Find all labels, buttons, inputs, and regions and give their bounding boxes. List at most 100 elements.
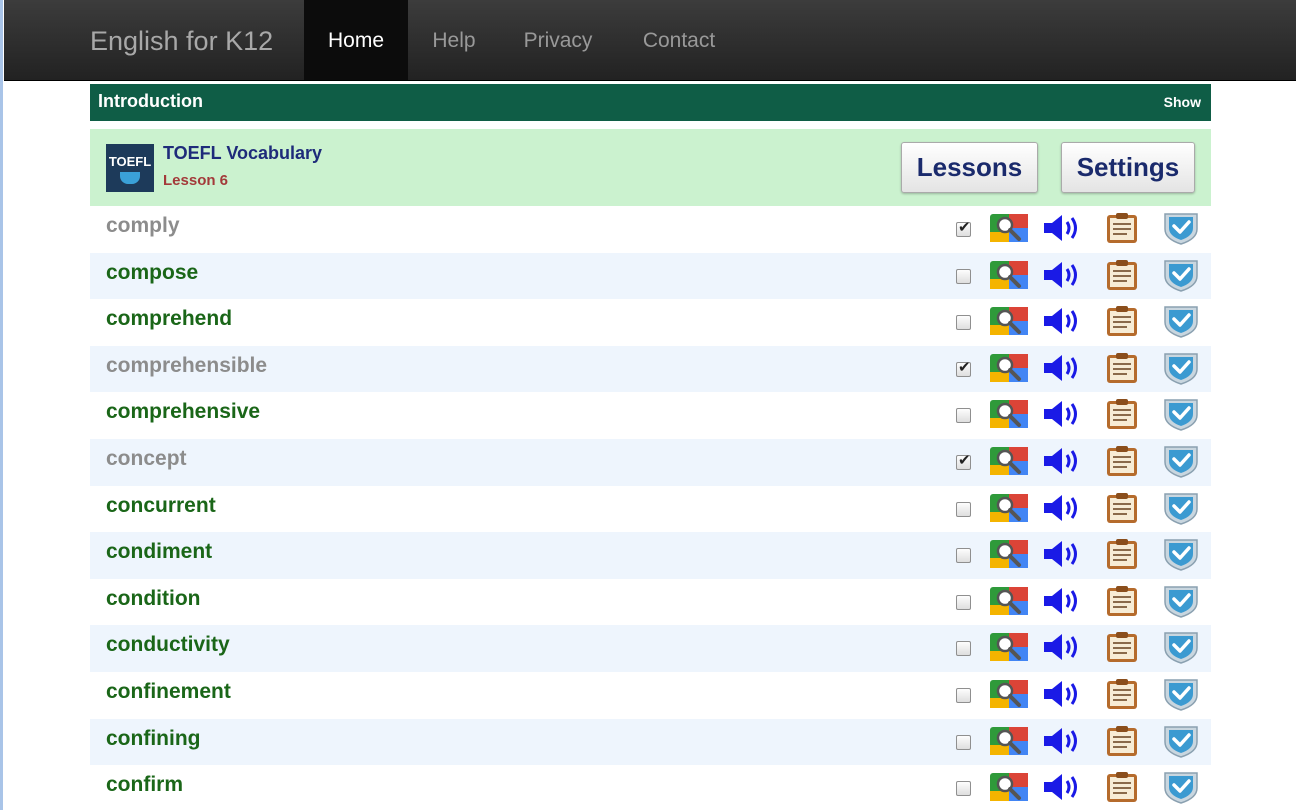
clipboard-icon[interactable] (1105, 212, 1139, 249)
word-link[interactable]: concept (106, 447, 187, 471)
search-icon[interactable] (989, 492, 1029, 529)
nav-contact[interactable]: Contact (616, 0, 742, 80)
search-icon[interactable] (989, 352, 1029, 389)
word-link[interactable]: comprehend (106, 307, 232, 331)
shield-check-icon[interactable] (1161, 491, 1201, 530)
word-row: conductivity (90, 625, 1211, 672)
toefl-logo-text: TOEFL (108, 154, 152, 169)
introduction-bar: Introduction Show (90, 84, 1211, 121)
speaker-icon[interactable] (1042, 726, 1088, 761)
learned-checkbox[interactable]: ✔ (956, 219, 971, 237)
course-title: TOEFL Vocabulary (163, 143, 323, 163)
word-link[interactable]: confirm (106, 773, 183, 797)
search-icon[interactable] (989, 585, 1029, 622)
clipboard-icon[interactable] (1105, 771, 1139, 808)
word-link[interactable]: comprehensible (106, 354, 267, 378)
search-icon[interactable] (989, 259, 1029, 296)
word-link[interactable]: compose (106, 261, 198, 285)
search-icon[interactable] (989, 678, 1029, 715)
shield-check-icon[interactable] (1161, 304, 1201, 343)
speaker-icon[interactable] (1042, 399, 1088, 434)
speaker-icon[interactable] (1042, 679, 1088, 714)
search-icon[interactable] (989, 771, 1029, 808)
clipboard-icon[interactable] (1105, 585, 1139, 622)
shield-check-icon[interactable] (1161, 397, 1201, 436)
learned-checkbox[interactable] (956, 548, 971, 564)
speaker-icon[interactable] (1042, 632, 1088, 667)
lessons-button[interactable]: Lessons (901, 142, 1038, 193)
search-icon[interactable] (989, 538, 1029, 575)
clipboard-icon[interactable] (1105, 259, 1139, 296)
search-icon[interactable] (989, 398, 1029, 435)
speaker-icon[interactable] (1042, 586, 1088, 621)
clipboard-icon[interactable] (1105, 305, 1139, 342)
clipboard-icon[interactable] (1105, 538, 1139, 575)
clipboard-icon[interactable] (1105, 492, 1139, 529)
speaker-icon[interactable] (1042, 306, 1088, 341)
search-icon[interactable] (989, 305, 1029, 342)
shield-check-icon[interactable] (1161, 630, 1201, 669)
speaker-icon[interactable] (1042, 213, 1088, 248)
speaker-icon[interactable] (1042, 539, 1088, 574)
learned-checkbox[interactable] (956, 781, 971, 797)
shield-check-icon[interactable] (1161, 211, 1201, 250)
learned-checkbox[interactable] (956, 268, 971, 284)
word-row: comprehend (90, 299, 1211, 346)
learned-checkbox[interactable] (956, 594, 971, 610)
word-row: condition (90, 579, 1211, 626)
top-navbar: English for K12 Home Help Privacy Contac… (4, 0, 1296, 81)
learned-checkbox[interactable] (956, 501, 971, 517)
word-link[interactable]: condiment (106, 540, 212, 564)
speaker-icon[interactable] (1042, 493, 1088, 528)
word-link[interactable]: concurrent (106, 494, 216, 518)
shield-check-icon[interactable] (1161, 258, 1201, 297)
learned-checkbox[interactable] (956, 687, 971, 703)
word-link[interactable]: conductivity (106, 633, 230, 657)
clipboard-icon[interactable] (1105, 352, 1139, 389)
word-row: comply ✔ (90, 206, 1211, 253)
word-link[interactable]: condition (106, 587, 200, 611)
word-link[interactable]: comply (106, 214, 180, 238)
search-icon[interactable] (989, 725, 1029, 762)
search-icon[interactable] (989, 445, 1029, 482)
nav-home[interactable]: Home (304, 0, 408, 80)
nav-privacy[interactable]: Privacy (500, 0, 616, 80)
learned-checkbox[interactable] (956, 734, 971, 750)
shield-check-icon[interactable] (1161, 724, 1201, 763)
search-icon[interactable] (989, 631, 1029, 668)
toefl-logo: TOEFL (106, 144, 154, 192)
speaker-icon[interactable] (1042, 772, 1088, 807)
speaker-icon[interactable] (1042, 446, 1088, 481)
word-link[interactable]: comprehensive (106, 400, 260, 424)
word-link[interactable]: confinement (106, 680, 231, 704)
word-row: confinement (90, 672, 1211, 719)
lesson-label: Lesson 6 (163, 172, 229, 189)
word-row: confining (90, 718, 1211, 766)
window-edge (0, 0, 3, 810)
speaker-icon[interactable] (1042, 353, 1088, 388)
clipboard-icon[interactable] (1105, 631, 1139, 668)
settings-button[interactable]: Settings (1061, 142, 1195, 193)
check-mark-icon: ✔ (958, 219, 971, 236)
speaker-icon[interactable] (1042, 260, 1088, 295)
show-toggle[interactable]: Show (1164, 94, 1201, 110)
learned-checkbox[interactable] (956, 315, 971, 331)
learned-checkbox[interactable]: ✔ (956, 359, 971, 377)
clipboard-icon[interactable] (1105, 398, 1139, 435)
learned-checkbox[interactable] (956, 408, 971, 424)
shield-check-icon[interactable] (1161, 351, 1201, 390)
brand-link[interactable]: English for K12 (90, 26, 273, 57)
shield-check-icon[interactable] (1161, 770, 1201, 809)
clipboard-icon[interactable] (1105, 445, 1139, 482)
clipboard-icon[interactable] (1105, 678, 1139, 715)
nav-help[interactable]: Help (408, 0, 500, 80)
learned-checkbox[interactable] (956, 641, 971, 657)
word-link[interactable]: confining (106, 727, 200, 751)
shield-check-icon[interactable] (1161, 677, 1201, 716)
learned-checkbox[interactable]: ✔ (956, 452, 971, 470)
shield-check-icon[interactable] (1161, 444, 1201, 483)
search-icon[interactable] (989, 212, 1029, 249)
shield-check-icon[interactable] (1161, 584, 1201, 623)
shield-check-icon[interactable] (1161, 537, 1201, 576)
clipboard-icon[interactable] (1105, 725, 1139, 762)
